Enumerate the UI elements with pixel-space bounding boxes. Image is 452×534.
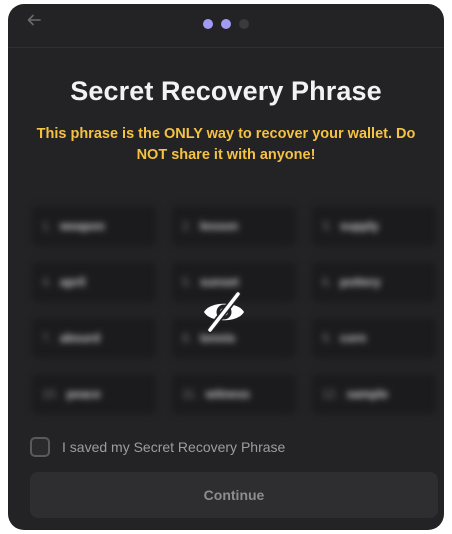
word-number: 7. xyxy=(42,331,53,345)
word-number: 6. xyxy=(322,275,333,289)
phrase-word: 11. witness xyxy=(172,374,296,414)
back-button[interactable] xyxy=(26,12,48,34)
continue-button[interactable]: Continue xyxy=(30,472,438,518)
word-text: lesson xyxy=(200,219,239,233)
word-number: 12. xyxy=(322,387,339,401)
page-title: Secret Recovery Phrase xyxy=(70,76,382,106)
word-text: absurd xyxy=(60,331,101,345)
top-bar xyxy=(8,4,444,48)
word-text: supply xyxy=(340,219,379,233)
saved-checkbox[interactable] xyxy=(30,437,50,457)
onboarding-window: Secret Recovery Phrase This phrase is th… xyxy=(8,4,444,530)
phrase-word: 9. corn xyxy=(312,318,436,358)
word-text: pottery xyxy=(340,275,381,289)
step-dot-2 xyxy=(221,19,231,29)
word-number: 8. xyxy=(182,331,193,345)
phrase-word: 6. pottery xyxy=(312,262,436,302)
phrase-word: 1. weapon xyxy=(32,206,156,246)
phrase-word: 4. april xyxy=(32,262,156,302)
word-number: 11. xyxy=(182,387,198,401)
word-number: 1. xyxy=(42,219,53,233)
saved-checkbox-label[interactable]: I saved my Secret Recovery Phrase xyxy=(62,439,285,455)
eye-slash-icon xyxy=(204,290,244,334)
word-number: 9. xyxy=(322,331,333,345)
step-dot-3 xyxy=(239,19,249,29)
word-number: 5. xyxy=(182,275,193,289)
step-indicator xyxy=(203,19,249,29)
arrow-left-icon xyxy=(27,14,41,26)
reveal-phrase-button[interactable] xyxy=(200,288,248,336)
phrase-word: 3. supply xyxy=(312,206,436,246)
word-text: weapon xyxy=(60,219,105,233)
phrase-word: 7. absurd xyxy=(32,318,156,358)
word-text: peace xyxy=(66,387,101,401)
step-dot-1 xyxy=(203,19,213,29)
word-text: sunset xyxy=(200,275,239,289)
word-text: april xyxy=(60,275,86,289)
word-text: corn xyxy=(340,331,367,345)
phrase-word: 10. peace xyxy=(32,374,156,414)
word-number: 10. xyxy=(42,387,59,401)
warning-text: This phrase is the ONLY way to recover y… xyxy=(36,126,416,163)
word-number: 3. xyxy=(322,219,333,233)
saved-confirmation-row[interactable]: I saved my Secret Recovery Phrase xyxy=(30,434,285,460)
word-text: witness xyxy=(205,387,250,401)
phrase-word: 2. lesson xyxy=(172,206,296,246)
word-number: 2. xyxy=(182,219,193,233)
word-text: sample xyxy=(346,387,389,401)
word-number: 4. xyxy=(42,275,53,289)
phrase-word: 12. sample xyxy=(312,374,436,414)
